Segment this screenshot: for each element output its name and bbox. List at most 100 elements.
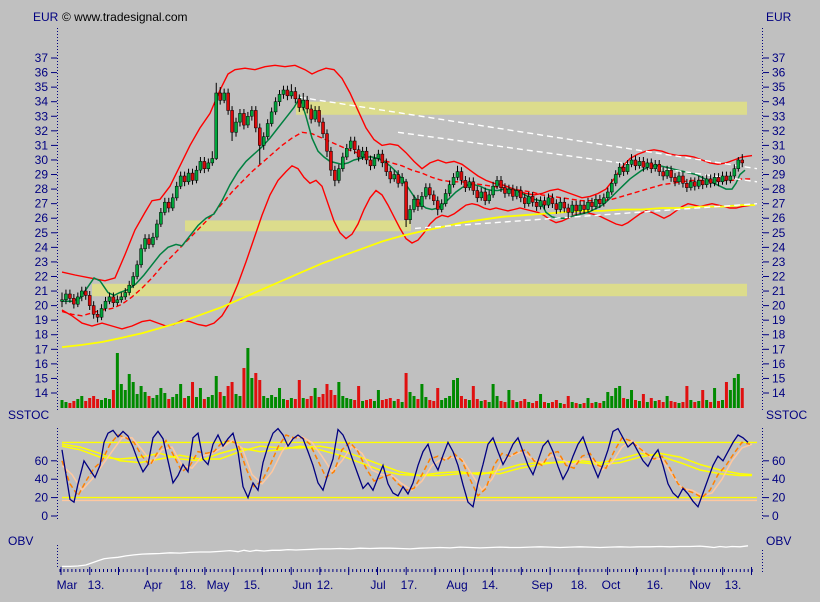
- candle-body-up: [547, 198, 550, 205]
- candle-body-up: [120, 297, 123, 300]
- volume-bar: [151, 398, 154, 408]
- candle-body-up: [539, 201, 542, 207]
- candle-body-up: [199, 161, 202, 170]
- candle-body-down: [389, 172, 392, 179]
- volume-bar: [496, 396, 499, 408]
- price-tick-label-left: 27: [35, 197, 49, 211]
- candle-body-down: [622, 167, 625, 171]
- candle-body-down: [329, 151, 332, 170]
- price-tick-label-right: 26: [772, 211, 786, 225]
- volume-bar: [555, 400, 558, 408]
- volume-bar: [298, 380, 301, 408]
- candle-body-up: [116, 300, 119, 303]
- volume-bar: [424, 397, 427, 408]
- volume-bar: [92, 396, 95, 408]
- volume-bar: [693, 402, 696, 408]
- candle-body-up: [175, 186, 178, 198]
- volume-bar: [401, 402, 404, 408]
- volume-bar: [559, 403, 562, 408]
- candle-body-up: [571, 205, 574, 212]
- candle-body-up: [302, 100, 305, 107]
- candle-body-up: [420, 196, 423, 206]
- candle-body-down: [219, 93, 222, 100]
- highlight-band-3: [92, 284, 747, 296]
- volume-bar: [476, 399, 479, 408]
- candle-body-down: [306, 100, 309, 109]
- candle-body-up: [507, 189, 510, 193]
- candle-body-up: [246, 116, 249, 125]
- volume-bar: [650, 398, 653, 408]
- volume-bar: [112, 390, 115, 408]
- volume-bar: [155, 395, 158, 408]
- volume-bar: [515, 402, 518, 408]
- volume-bar: [167, 399, 170, 408]
- volume-bar: [571, 402, 574, 408]
- candle-body-up: [606, 192, 609, 198]
- price-tick-label-right: 37: [772, 51, 786, 65]
- volume-bar: [88, 398, 91, 408]
- candle-body-up: [195, 170, 198, 180]
- candle-body-up: [235, 122, 238, 132]
- volume-bar: [393, 401, 396, 408]
- volume-bar: [590, 403, 593, 408]
- candle-body-down: [385, 163, 388, 172]
- candle-body-up: [440, 204, 443, 210]
- volume-bar: [638, 401, 641, 408]
- volume-bar: [630, 390, 633, 408]
- volume-bar: [132, 382, 135, 408]
- candle-body-down: [112, 297, 115, 303]
- volume-bar: [507, 390, 510, 408]
- volume-bar: [405, 373, 408, 408]
- price-tick-label-right: 15: [772, 371, 786, 385]
- volume-bar: [183, 398, 186, 408]
- volume-bar: [428, 400, 431, 408]
- volume-bar: [535, 401, 538, 408]
- candle-body-up: [100, 309, 103, 318]
- x-axis-label: Mar: [57, 578, 78, 592]
- volume-bar: [365, 400, 368, 408]
- volume-bar: [294, 399, 297, 408]
- candle-body-up: [721, 176, 724, 182]
- candle-body-down: [381, 154, 384, 163]
- price-tick-label-left: 32: [35, 124, 49, 138]
- candle-body-up: [179, 176, 182, 186]
- candle-body-down: [531, 196, 534, 202]
- candle-body-up: [646, 163, 649, 167]
- candle-body-down: [681, 176, 684, 183]
- candle-body-down: [369, 160, 372, 166]
- volume-bar: [721, 400, 724, 408]
- candle-body-up: [579, 205, 582, 211]
- volume-bar: [440, 400, 443, 408]
- price-tick-label-left: 16: [35, 357, 49, 371]
- candle-body-down: [298, 99, 301, 108]
- volume-bar: [583, 403, 586, 408]
- candle-body-down: [670, 170, 673, 177]
- candle-body-up: [345, 148, 348, 157]
- volume-bar: [737, 374, 740, 408]
- candle-body-up: [274, 102, 277, 112]
- volume-bar: [681, 402, 684, 408]
- candle-body-down: [460, 172, 463, 181]
- candle-body-down: [428, 188, 431, 195]
- volume-bar: [551, 402, 554, 408]
- volume-bar: [219, 392, 222, 408]
- candle-body-up: [373, 159, 376, 166]
- copyright-text: © www.tradesignal.com: [62, 10, 188, 24]
- candle-body-down: [84, 291, 87, 295]
- volume-bar: [511, 400, 514, 408]
- volume-bar: [128, 374, 131, 408]
- candle-body-down: [472, 182, 475, 191]
- candle-body-up: [610, 183, 613, 192]
- volume-bar: [618, 386, 621, 408]
- candle-body-up: [409, 210, 412, 220]
- price-tick-label-right: 21: [772, 284, 786, 298]
- x-axis-label: 15.: [244, 578, 261, 592]
- candle-body-up: [61, 300, 64, 302]
- volume-bar: [286, 400, 289, 408]
- candle-body-up: [108, 297, 111, 301]
- price-tick-label-right: 16: [772, 357, 786, 371]
- volume-bar: [547, 403, 550, 408]
- candle-body-up: [266, 124, 269, 137]
- candle-body-up: [666, 170, 669, 176]
- price-tick-label-right: 23: [772, 255, 786, 269]
